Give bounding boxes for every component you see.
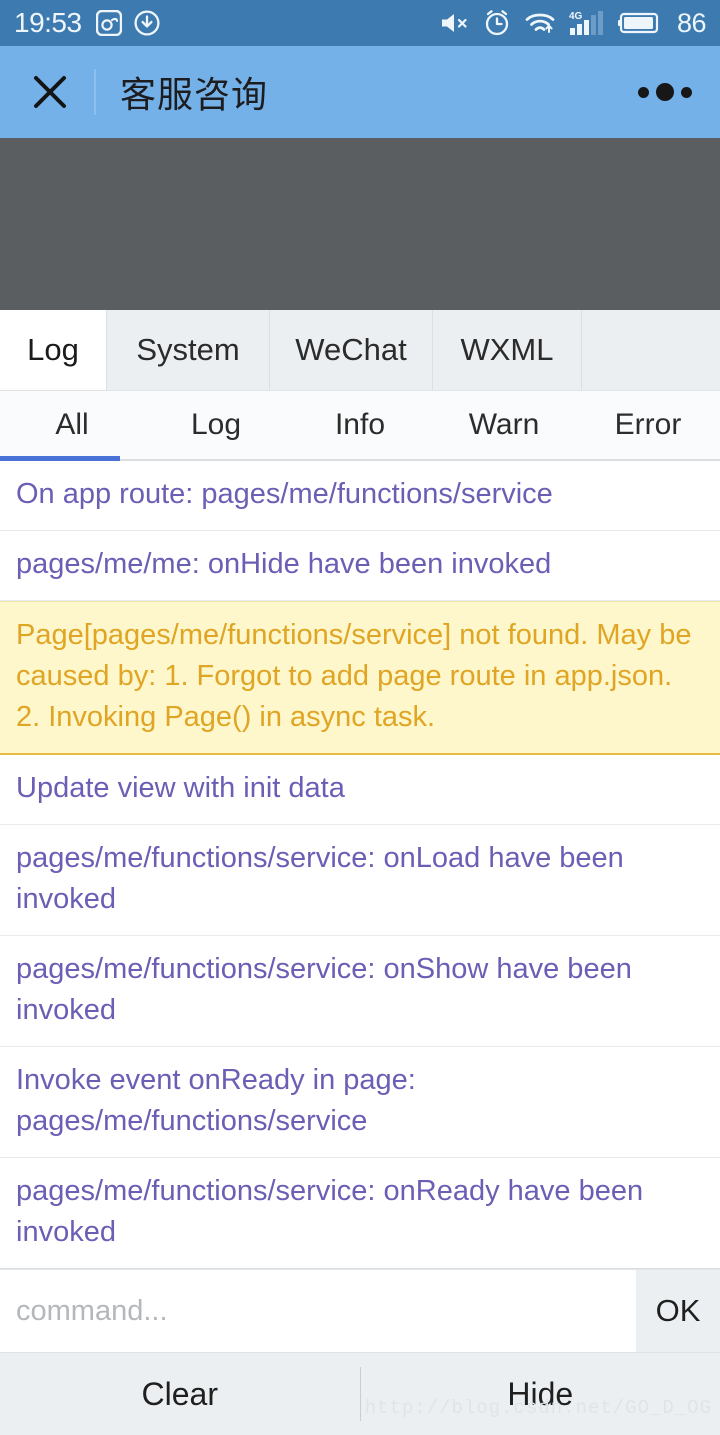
console-filter-bar: All Log Info Warn Error	[0, 391, 720, 461]
alarm-icon	[483, 9, 511, 37]
console-tabbar: Log System WeChat WXML	[0, 310, 720, 391]
command-input[interactable]	[0, 1270, 636, 1352]
close-icon[interactable]	[28, 70, 72, 114]
log-entry[interactable]: Update view with init data	[0, 755, 720, 825]
log-entry[interactable]: pages/me/functions/service: onShow have …	[0, 936, 720, 1047]
webview-content-area[interactable]	[0, 138, 720, 310]
ok-button[interactable]: OK	[636, 1270, 720, 1352]
navigation-bar: 客服咨询	[0, 46, 720, 138]
tab-wechat[interactable]: WeChat	[270, 310, 433, 390]
battery-percent: 86	[677, 8, 706, 39]
navbar-divider	[94, 69, 96, 115]
hide-button[interactable]: Hide	[361, 1353, 720, 1435]
more-dot-left	[638, 87, 649, 98]
filter-active-indicator	[0, 456, 120, 461]
tabbar-filler	[582, 310, 720, 390]
filter-log[interactable]: Log	[144, 391, 288, 459]
filter-error[interactable]: Error	[576, 391, 720, 459]
filter-warn[interactable]: Warn	[432, 391, 576, 459]
more-dot-center	[656, 83, 674, 101]
status-bar-right-icons: 4G 86	[440, 8, 706, 39]
clear-button[interactable]: Clear	[0, 1353, 360, 1435]
tab-wxml[interactable]: WXML	[433, 310, 582, 390]
tab-log[interactable]: Log	[0, 310, 107, 390]
log-entry[interactable]: Invoke event onReady in page: pages/me/f…	[0, 1047, 720, 1158]
page-title: 客服咨询	[120, 66, 268, 118]
status-bar: 19:53	[0, 0, 720, 46]
status-bar-left-icons	[96, 10, 160, 36]
mute-icon	[440, 10, 470, 36]
wifi-icon	[524, 10, 556, 36]
signal-icon: 4G	[569, 9, 605, 37]
tab-system[interactable]: System	[107, 310, 270, 390]
more-icon[interactable]	[634, 73, 696, 111]
svg-text:4G: 4G	[569, 11, 583, 22]
command-bar: OK	[0, 1269, 720, 1353]
battery-icon	[618, 11, 660, 35]
filter-all[interactable]: All	[0, 391, 144, 459]
console-log-list[interactable]: On app route: pages/me/functions/service…	[0, 461, 720, 1269]
more-dot-right	[681, 87, 692, 98]
log-entry[interactable]: pages/me/functions/service: onReady have…	[0, 1158, 720, 1269]
log-entry[interactable]: pages/me/functions/service: onLoad have …	[0, 825, 720, 936]
log-entry[interactable]: On app route: pages/me/functions/service	[0, 461, 720, 531]
download-circle-icon	[134, 10, 160, 36]
filter-info[interactable]: Info	[288, 391, 432, 459]
console-action-bar: Clear Hide http://blog.csdn.net/GO_D_OG	[0, 1353, 720, 1435]
log-entry[interactable]: pages/me/me: onHide have been invoked	[0, 531, 720, 601]
log-entry-warning[interactable]: Page[pages/me/functions/service] not fou…	[0, 601, 720, 755]
status-bar-time: 19:53	[14, 7, 82, 39]
weibo-icon	[96, 10, 122, 36]
